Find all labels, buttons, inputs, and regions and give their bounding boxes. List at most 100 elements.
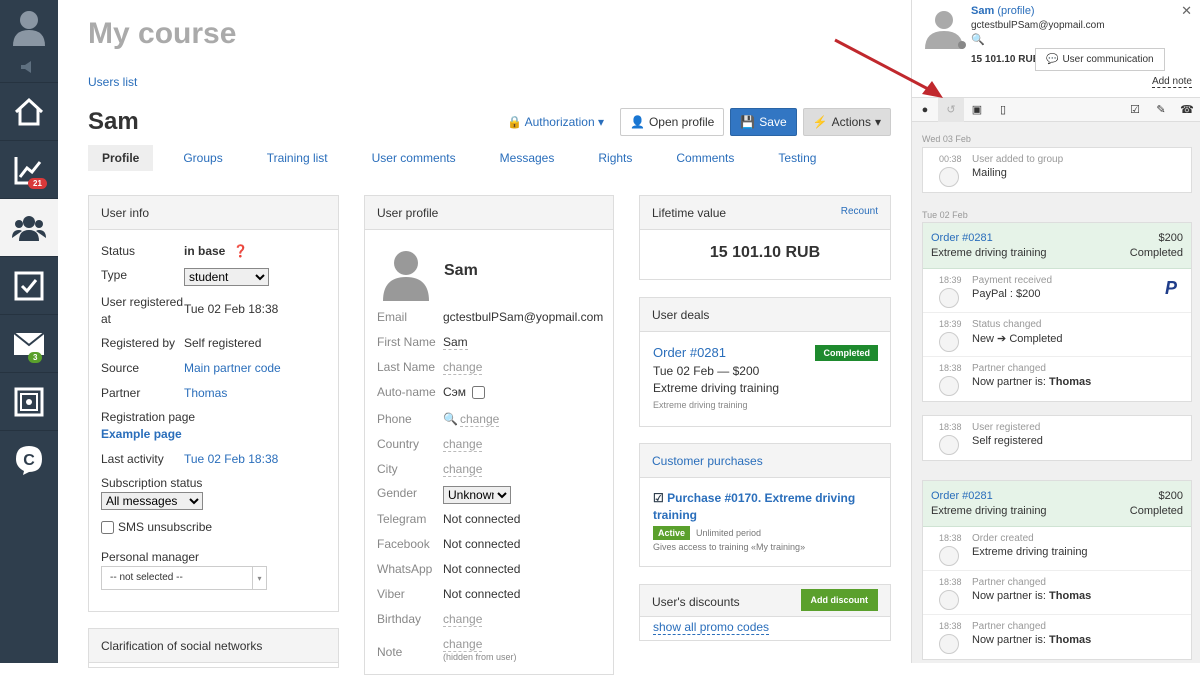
right-amount: 15 101.10 RUB [971,54,1040,65]
feed-order-link[interactable]: Order #0281 [931,232,993,244]
feed-entry: 18:38 Partner changed Now partner is: Thom… [923,357,1191,401]
recount-link[interactable]: Recount [841,206,878,217]
analytics-icon[interactable]: 21 [0,140,58,198]
sms-unsubscribe-checkbox[interactable] [101,520,114,534]
user-deals-title: User deals [640,298,890,332]
users-icon[interactable] [0,198,58,256]
registered-value: Tue 02 Feb 18:38 [184,302,279,316]
page-title: My course [88,17,237,50]
last-name-change[interactable]: change [443,360,483,375]
add-discount-button[interactable]: Add discount [800,589,878,611]
facebook-value: Not connected [443,537,521,551]
mail-icon[interactable]: 3 [0,314,58,372]
tab-groups[interactable]: Groups [169,145,236,171]
tasks-icon[interactable] [0,256,58,314]
country-change[interactable]: change [443,437,483,452]
lifetime-value-panel: Lifetime value Recount 15 101.10 RUB [639,195,891,280]
subscription-select[interactable]: All messages [101,492,203,510]
gender-select[interactable]: Unknown [443,486,511,504]
deal-product: Extreme driving training [653,381,780,395]
user-avatar-icon[interactable] [0,0,58,52]
last-activity-link[interactable]: Tue 02 Feb 18:38 [184,452,278,466]
tab-comments[interactable]: Comments [662,145,748,171]
registration-page-link[interactable]: Example page [101,427,182,441]
phone-label: Phone [377,412,412,426]
right-panel: Sam (profile) gctestbulPSam@yopmail.com … [911,0,1200,663]
city-change[interactable]: change [443,462,483,477]
email-label: Email [377,310,408,324]
close-icon[interactable]: ✕ [1181,3,1192,19]
speaker-icon[interactable] [0,52,58,82]
deal-order-link[interactable]: Order #0281 [653,345,726,360]
auto-name-checkbox[interactable] [472,385,486,399]
floppy-icon: 💾 [740,115,756,129]
add-note-link[interactable]: Add note [1151,76,1192,88]
show-promo-codes-link[interactable]: show all promo codes [653,620,770,635]
open-profile-button[interactable]: 👤 Open profile [620,108,725,136]
source-link[interactable]: Main partner code [184,361,281,375]
avatar [939,634,959,654]
phone-icon[interactable]: ☎ [1174,98,1200,122]
avatar [939,546,959,566]
bolt-icon: ⚡ [812,115,828,129]
home-icon[interactable] [0,82,58,140]
safe-icon[interactable] [0,372,58,430]
right-profile-link[interactable]: (profile) [997,5,1034,17]
cart-icon[interactable]: ▣ [964,98,990,122]
feed-order-link[interactable]: Order #0281 [931,490,993,502]
purchase-link[interactable]: ☑ Purchase #0170. Extreme driving traini… [653,490,873,524]
user-name-heading: Sam [88,108,139,135]
customer-purchases-title[interactable]: Customer purchases [640,444,890,478]
deal-status-badge: Completed [815,345,878,361]
tab-rights[interactable]: Rights [584,145,646,171]
user-communication-button[interactable]: 💬 User communication [1035,48,1165,71]
feed-order-product: Extreme driving training [931,505,1047,517]
right-name-link[interactable]: Sam [971,5,994,17]
whatsapp-label: WhatsApp [377,562,433,576]
avatar [939,435,959,455]
status-value: in base [184,244,226,258]
tab-profile[interactable]: Profile [88,145,154,171]
tab-training-list[interactable]: Training list [253,145,342,171]
profile-name: Sam [444,262,478,279]
tab-user-comments[interactable]: User comments [358,145,470,171]
last-activity-label: Last activity [101,452,164,466]
deal-product-sub: Extreme driving training [653,400,748,410]
authorization-dropdown[interactable]: 🔒 Authorization ▾ [507,115,604,129]
last-name-label: Last Name [377,360,436,374]
tab-messages[interactable]: Messages [486,145,569,171]
phone-change[interactable]: change [459,412,500,427]
avatar [939,167,959,187]
save-button[interactable]: 💾 Save [730,108,797,136]
personal-manager-select[interactable]: -- not selected -- ▾ [101,566,267,590]
main-content: My course Users list Sam 🔒 Authorization… [58,0,911,675]
avatar [939,332,959,352]
status-label: Status [101,244,136,258]
pencil-icon[interactable]: ✎ [1148,98,1174,122]
task-check-icon[interactable]: ☑ [1122,98,1148,122]
brand-icon[interactable]: C [0,430,58,488]
search-icon[interactable]: 🔍 [971,33,985,46]
avatar [939,376,959,396]
partner-link[interactable]: Thomas [184,386,227,400]
type-select[interactable]: student [184,268,269,286]
tab-testing[interactable]: Testing [764,145,830,171]
feed-entry: 18:39 Status changed New ➔ Completed [923,313,1191,357]
actions-dropdown[interactable]: ⚡ Actions ▾ [802,108,891,136]
auto-name-value: Сэм [443,385,467,399]
gender-label: Gender [377,486,418,500]
toolbar: 🔒 Authorization ▾ 👤 Open profile 💾 Save ⚡ A… [507,108,891,136]
mobile-icon[interactable]: ▯ [990,98,1016,122]
first-name-value[interactable]: Sam [443,335,468,350]
help-icon[interactable]: ❓ [233,244,248,258]
feed-entry: 18:38 User registered Self registered [923,416,1191,460]
viber-label: Viber [377,587,405,601]
feed-date-2: Tue 02 Feb [922,210,968,220]
chat-icon: 💬 [1046,54,1059,65]
users-list-link[interactable]: Users list [88,75,137,89]
purchase-period: Unlimited period [696,528,762,538]
birthday-change[interactable]: change [443,612,483,627]
user-info-panel: User info Status in base ❓ Type student Use… [88,195,339,612]
user-profile-panel: User profile Sam Email gctestbulPSam@yopm… [364,195,614,675]
note-change[interactable]: change [443,637,483,652]
